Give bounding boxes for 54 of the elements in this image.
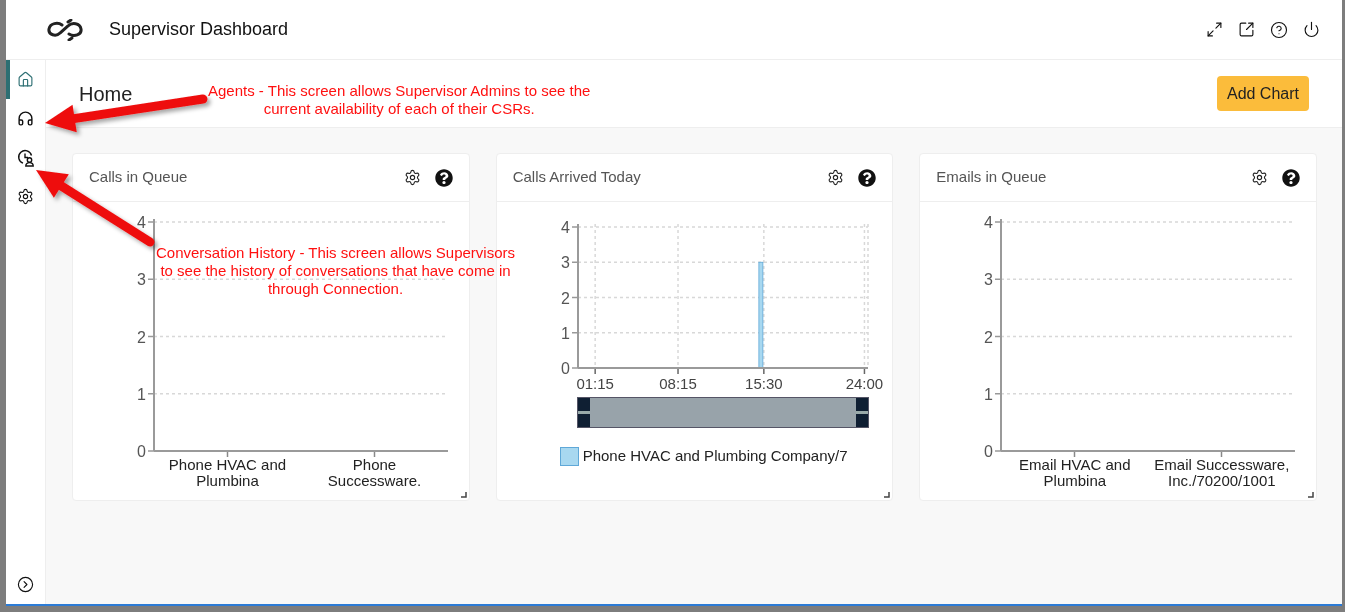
axis-tick-label: 3: [560, 254, 570, 272]
legend-label[interactable]: Phone HVAC and Plumbing Company/7: [582, 445, 848, 468]
axis-tick-label: 0: [560, 360, 570, 377]
axis-tick-label: 2: [560, 289, 570, 307]
axis-tick-label: 2: [984, 328, 994, 346]
axis-category-label: Email HVAC and Plumbina: [1018, 457, 1132, 489]
settings-icon[interactable]: [827, 169, 845, 186]
settings-icon[interactable]: [403, 169, 421, 186]
help-icon[interactable]: [858, 168, 877, 187]
axis-tick-label: 1: [984, 385, 994, 403]
axis-tick-label: 3: [137, 271, 146, 289]
add-chart-button[interactable]: Add Chart: [1216, 76, 1309, 111]
app-title: Supervisor Dashboard: [109, 18, 289, 41]
axis-tick-label: 2: [137, 328, 146, 346]
axis-category-label: Phone Successware.: [326, 457, 423, 489]
card-title: Calls Arrived Today: [512, 167, 641, 188]
resize-handle-icon[interactable]: [460, 492, 467, 498]
settings-icon[interactable]: [1251, 169, 1268, 186]
card-title: Calls in Queue: [89, 167, 188, 188]
expand-icon[interactable]: [17, 576, 34, 593]
page-title: Home: [79, 81, 133, 107]
axis-category-label: Email Successware, Inc./70200/1001: [1153, 457, 1291, 489]
help-icon[interactable]: [434, 168, 453, 187]
power-icon[interactable]: [1303, 21, 1320, 38]
slider-handle[interactable]: [855, 398, 868, 427]
headset-icon: [17, 110, 34, 127]
legend-swatch: [559, 446, 579, 466]
fullscreen-icon[interactable]: [1206, 21, 1223, 38]
axis-tick-label: 1: [137, 385, 146, 403]
axis-category-label: Phone HVAC and Plumbina: [167, 457, 288, 489]
external-link-icon[interactable]: [1238, 21, 1255, 38]
resize-handle-icon[interactable]: [884, 492, 891, 498]
axis-tick-label: 0: [137, 443, 146, 457]
axis-tick-label: 24:00: [845, 375, 883, 392]
annotation-text: Agents - This screen allows Supervisor Admins to see the current availability of each of their CSRs.: [208, 82, 591, 118]
card-title: Emails in Queue: [936, 167, 1047, 188]
home-icon: [17, 71, 34, 88]
clock-person-icon: [16, 148, 35, 167]
axis-tick-label: 15:30: [744, 375, 783, 392]
settings-icon: [17, 188, 34, 205]
resize-handle-icon[interactable]: [1308, 492, 1314, 498]
help-icon[interactable]: [1282, 168, 1300, 187]
axis-tick-label: 01:15: [576, 375, 614, 392]
axis-tick-label: 4: [984, 214, 994, 231]
axis-tick-label: 4: [137, 214, 146, 231]
axis-tick-label: 4: [560, 219, 570, 236]
help-icon[interactable]: [1270, 20, 1288, 39]
slider-handle[interactable]: [577, 398, 590, 427]
range-slider[interactable]: [576, 397, 869, 428]
axis-tick-label: 08:15: [658, 375, 697, 392]
annotation-text: Conversation History - This screen allows Supervisors to see the history of conversations that have come in through Connection.: [156, 244, 516, 298]
axis-tick-label: 0: [984, 443, 994, 457]
axis-tick-label: 3: [984, 271, 994, 289]
axis-tick-label: 1: [560, 324, 570, 342]
